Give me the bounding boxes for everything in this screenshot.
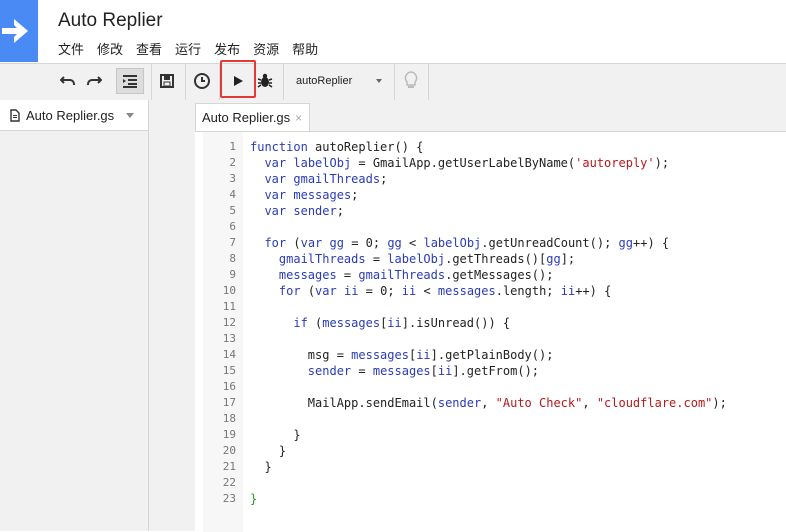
arrow-right-icon xyxy=(2,19,28,43)
file-icon xyxy=(10,108,20,122)
line-number: 21 xyxy=(222,460,236,473)
menu-edit[interactable]: 修改 xyxy=(97,39,123,58)
execution-hints-button[interactable] xyxy=(399,68,423,94)
indent-icon xyxy=(123,75,137,88)
line-number: 15 xyxy=(222,364,236,377)
menu-bar: 文件 修改 查看 运行 发布 资源 帮助 xyxy=(58,39,331,58)
save-icon xyxy=(160,74,174,88)
code-text: gmailThreads = labelObj.getThreads()[gg]… xyxy=(278,252,576,266)
menu-help[interactable]: 帮助 xyxy=(292,39,318,58)
code-editor[interactable]: 1 function autoReplier() { 2 var labelObj … xyxy=(195,131,786,532)
code-text: var gmailThreads; xyxy=(264,172,388,186)
line-number: 13 xyxy=(222,332,236,345)
line-number: 18 xyxy=(222,412,236,425)
line-number: 12 xyxy=(222,316,236,329)
chevron-down-icon[interactable] xyxy=(126,113,134,118)
menu-resources[interactable]: 资源 xyxy=(253,39,279,58)
undo-icon xyxy=(60,76,75,85)
lightbulb-icon xyxy=(404,71,418,88)
bug-icon xyxy=(257,73,273,88)
run-button-highlight xyxy=(220,60,256,98)
code-text: var messages; xyxy=(264,188,359,202)
line-number: 2 xyxy=(229,156,236,169)
function-select-value: autoReplier xyxy=(296,75,353,87)
line-number: 8 xyxy=(229,252,236,265)
debug-button[interactable] xyxy=(253,68,277,94)
line-number: 20 xyxy=(222,444,236,457)
line-number: 10 xyxy=(222,284,236,297)
line-number: 5 xyxy=(229,204,236,217)
line-number: 1 xyxy=(229,140,236,153)
code-text: } xyxy=(250,428,301,442)
line-number: 22 xyxy=(222,476,236,489)
code-text: function autoReplier() { xyxy=(250,140,424,154)
line-number: 23 xyxy=(222,492,236,505)
code-text: MailApp.sendEmail(sender, "Auto Check", … xyxy=(250,396,727,410)
file-item[interactable]: Auto Replier.gs xyxy=(0,100,148,131)
tab-label: Auto Replier.gs xyxy=(202,110,291,125)
line-number: 9 xyxy=(229,268,236,281)
function-select[interactable]: autoReplier xyxy=(290,68,390,94)
code-text: msg = messages[ii].getPlainBody(); xyxy=(250,348,554,362)
line-number: 6 xyxy=(229,220,236,233)
redo-button[interactable] xyxy=(84,68,104,94)
menu-run[interactable]: 运行 xyxy=(175,39,201,58)
save-button[interactable] xyxy=(156,68,178,94)
code-text: for (var ii = 0; ii < messages.length; i… xyxy=(278,284,612,298)
redo-icon xyxy=(87,76,102,85)
apps-script-logo[interactable] xyxy=(0,0,38,62)
triggers-button[interactable] xyxy=(190,68,214,94)
menu-file[interactable]: 文件 xyxy=(58,39,84,58)
menu-publish[interactable]: 发布 xyxy=(214,39,240,58)
clock-icon xyxy=(194,73,210,89)
line-number: 11 xyxy=(222,300,236,313)
undo-button[interactable] xyxy=(58,68,78,94)
line-number: 16 xyxy=(222,380,236,393)
indent-button[interactable] xyxy=(116,68,144,94)
code-text: if (messages[ii].isUnread()) { xyxy=(293,316,511,330)
close-icon[interactable]: × xyxy=(295,111,302,125)
line-number: 3 xyxy=(229,172,236,185)
code-text: for (var gg = 0; gg < labelObj.getUnread… xyxy=(264,236,670,250)
file-sidebar: Auto Replier.gs xyxy=(0,100,149,531)
toolbar: autoReplier xyxy=(0,63,786,101)
line-number: 14 xyxy=(222,348,236,361)
line-number: 7 xyxy=(229,236,236,249)
tab-auto-replier[interactable]: Auto Replier.gs × xyxy=(195,103,310,131)
code-text: } xyxy=(250,460,272,474)
code-text: var sender; xyxy=(264,204,344,218)
editor-area: Auto Replier.gs × 1 function autoReplier(… xyxy=(149,100,786,532)
line-number: 19 xyxy=(222,428,236,441)
code-text: } xyxy=(250,492,258,506)
project-title[interactable]: Auto Replier xyxy=(58,10,163,32)
menu-view[interactable]: 查看 xyxy=(136,39,162,58)
file-label: Auto Replier.gs xyxy=(26,107,115,123)
line-number: 4 xyxy=(229,188,236,201)
code-text: var labelObj = GmailApp.getUserLabelByNa… xyxy=(264,156,670,170)
chevron-down-icon xyxy=(376,79,382,83)
line-number: 17 xyxy=(222,396,236,409)
code-text: messages = gmailThreads.getMessages(); xyxy=(278,268,554,282)
code-text: } xyxy=(250,444,287,458)
app-header: Auto Replier 文件 修改 查看 运行 发布 资源 帮助 xyxy=(0,0,786,63)
code-text: sender = messages[ii].getFrom(); xyxy=(307,364,540,378)
